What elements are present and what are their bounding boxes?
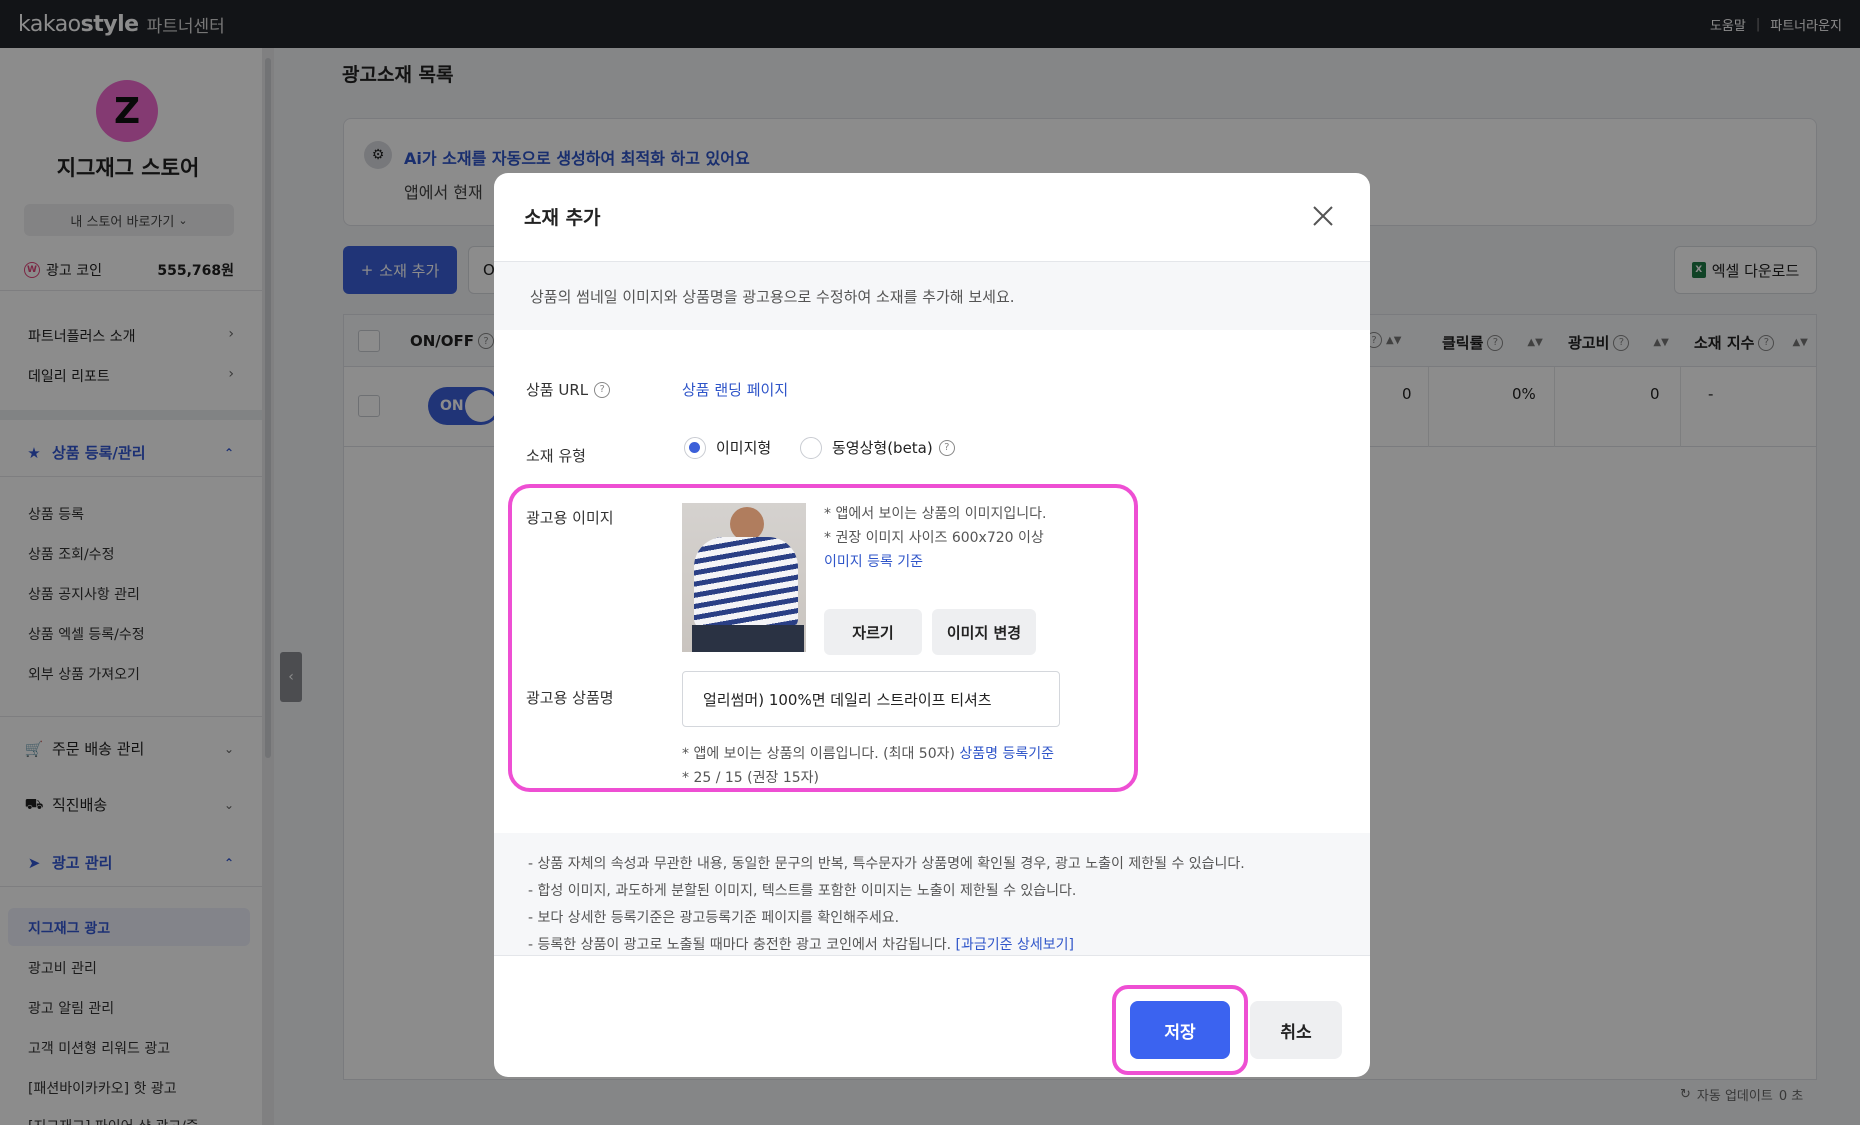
product-landing-link[interactable]: 상품 랜딩 페이지 [682, 379, 788, 400]
modal-footer-divider [494, 955, 1370, 956]
type-label: 소재 유형 [526, 447, 586, 465]
notice-line: - 상품 자체의 속성과 무관한 내용, 동일한 문구의 반복, 특수문자가 상… [528, 856, 1245, 872]
url-label-text: 상품 URL [526, 381, 589, 399]
name-count: * 25 / 15 (권장 15자) [682, 770, 819, 786]
crop-button[interactable]: 자르기 [824, 609, 922, 655]
close-icon[interactable] [1310, 203, 1336, 229]
help-icon[interactable]: ? [594, 381, 611, 398]
ad-name-input[interactable]: 얼리썸머) 100%면 데일리 스트라이프 티셔츠 [682, 671, 1060, 727]
radio-video-type[interactable] [800, 437, 822, 459]
thumbnail-jeans [692, 625, 804, 652]
notice-last-text: - 등록한 상품이 광고로 노출될 때마다 충전한 광고 코인에서 차감됩니다. [528, 937, 952, 953]
image-note-1: * 앱에서 보이는 상품의 이미지입니다. [824, 506, 1047, 522]
product-thumbnail [682, 503, 806, 652]
save-button[interactable]: 저장 [1130, 1001, 1230, 1059]
change-image-button[interactable]: 이미지 변경 [932, 609, 1036, 655]
name-note: * 앱에 보이는 상품의 이름입니다. (최대 50자) 상품명 등록기준 [682, 743, 1054, 763]
name-note-text: * 앱에 보이는 상품의 이름입니다. (최대 50자) [682, 746, 955, 762]
thumbnail-face [730, 507, 764, 541]
billing-detail-link[interactable]: [과금기준 상세보기] [956, 937, 1074, 953]
modal-intro-text: 상품의 썸네일 이미지와 상품명을 광고용으로 수정하여 소재를 추가해 보세요… [530, 288, 1015, 306]
notice-line: - 등록한 상품이 광고로 노출될 때마다 충전한 광고 코인에서 차감됩니다.… [528, 934, 1074, 954]
notice-line: - 보다 상세한 등록기준은 광고등록기준 페이지를 확인해주세요. [528, 910, 900, 926]
image-guide-link[interactable]: 이미지 등록 기준 [824, 551, 923, 571]
thumbnail-shirt [694, 537, 798, 629]
radio-video-type-label[interactable]: 동영상형(beta)? [832, 437, 955, 458]
url-label: 상품 URL? [526, 379, 611, 400]
ad-name-label: 광고용 상품명 [526, 689, 614, 707]
notice-box: - 상품 자체의 속성과 무관한 내용, 동일한 문구의 반복, 특수문자가 상… [494, 833, 1370, 955]
radio-image-type-label[interactable]: 이미지형 [716, 437, 771, 458]
modal-intro: 상품의 썸네일 이미지와 상품명을 광고용으로 수정하여 소재를 추가해 보세요… [494, 262, 1370, 330]
radio-video-type-text: 동영상형(beta) [832, 439, 933, 457]
notice-line: - 합성 이미지, 과도하게 분할된 이미지, 텍스트를 포함한 이미지는 노출… [528, 883, 1077, 899]
add-creative-modal: 소재 추가 상품의 썸네일 이미지와 상품명을 광고용으로 수정하여 소재를 추… [494, 173, 1370, 1077]
ad-image-label: 광고용 이미지 [526, 509, 614, 527]
name-guide-link[interactable]: 상품명 등록기준 [959, 746, 1054, 762]
help-icon[interactable]: ? [938, 439, 955, 456]
radio-image-type[interactable] [684, 437, 706, 459]
modal-title: 소재 추가 [524, 207, 601, 229]
image-note-2: * 권장 이미지 사이즈 600x720 이상 [824, 530, 1044, 546]
cancel-button[interactable]: 취소 [1250, 1001, 1342, 1059]
